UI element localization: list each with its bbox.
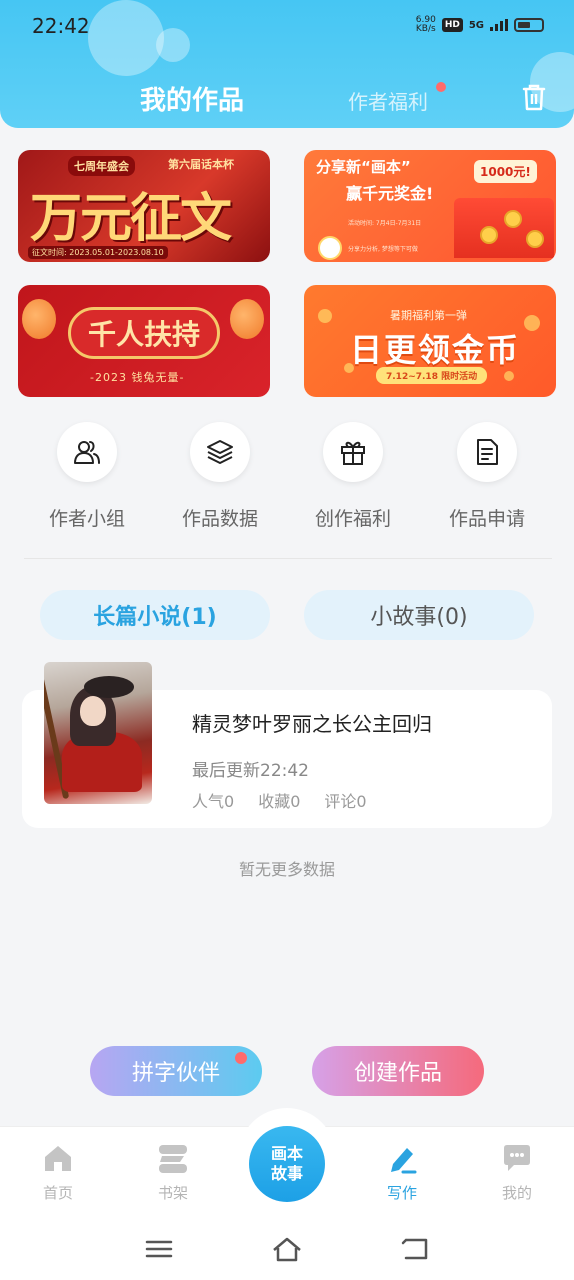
banner-share-prize[interactable]: 分享新“画本” 赢千元奖金! 1000元! 活动时间: 7月4日-7月31日 分… — [304, 150, 556, 262]
no-more-data: 暂无更多数据 — [238, 860, 335, 879]
app-logo-icon — [318, 236, 342, 260]
banner-tag: 七周年盛会 — [68, 156, 135, 176]
nav-bookshelf[interactable]: 书架 — [133, 1142, 213, 1203]
quick-action-label: 作者小组 — [48, 508, 125, 530]
banner-date: 活动时间: 7月4日-7月31日 — [348, 220, 422, 227]
quick-action-label: 作品数据 — [181, 508, 258, 530]
lantern-icon — [22, 299, 56, 339]
quick-action-label: 作品申请 — [448, 508, 525, 530]
stat-comments: 评论0 — [324, 792, 367, 811]
document-icon — [477, 439, 498, 465]
gift-box-graphic — [454, 198, 554, 258]
banner-note: 分享力分析, 梦想等下可做 — [348, 246, 418, 253]
decor-dot — [504, 371, 514, 381]
banner-date: 7.12~7.18 限时活动 — [376, 367, 488, 384]
nav-label: 我的 — [501, 1184, 532, 1202]
nav-label: 写作 — [386, 1184, 417, 1202]
users-icon — [74, 441, 100, 464]
pen-icon — [391, 1148, 417, 1174]
layers-icon — [207, 440, 233, 464]
quick-action-creator-benefits[interactable]: 创作福利 — [288, 422, 418, 531]
tab-long-novel[interactable]: 长篇小说(1) — [40, 590, 270, 640]
home-icon — [45, 1146, 71, 1171]
chat-icon — [504, 1145, 530, 1171]
coin-graphic — [504, 210, 522, 228]
banner-headline: 日更领金币 — [350, 331, 521, 369]
coin-graphic — [480, 226, 498, 244]
home-system-icon[interactable] — [272, 1234, 302, 1264]
banner-headline: 千人扶持 — [87, 318, 200, 351]
quick-action-icon-wrap — [57, 422, 117, 482]
tab-author-benefits[interactable]: 作者福利 — [348, 86, 428, 115]
back-icon[interactable] — [400, 1234, 430, 1264]
menu-icon[interactable] — [144, 1234, 174, 1264]
work-title[interactable]: 精灵梦叶罗丽之长公主回归 — [192, 708, 432, 737]
status-icons: 6.90 KB/s HD 5G — [416, 16, 544, 34]
quick-action-label: 创作福利 — [314, 508, 391, 530]
net-speed: 6.90 KB/s — [415, 15, 436, 34]
decor-dot — [524, 315, 540, 331]
work-updated: 最后更新22:42 — [192, 761, 309, 781]
stat-popularity: 人气0 — [192, 792, 235, 811]
center-label-line2: 故事 — [270, 1164, 303, 1183]
notification-dot — [436, 82, 446, 92]
system-nav-bar — [0, 1218, 574, 1280]
banner-headline: 万元征文 — [30, 188, 232, 249]
lantern-icon — [230, 299, 264, 339]
banner-title: 分享新“画本” — [316, 158, 411, 176]
tab-short-story[interactable]: 小故事(0) — [304, 590, 534, 640]
divider — [24, 558, 552, 559]
banner-daily-update[interactable]: 暑期福利第一弹 日更领金币 7.12~7.18 限时活动 — [304, 285, 556, 397]
center-label-line1: 画本 — [270, 1144, 303, 1163]
signal-icon: 5G — [468, 19, 484, 31]
status-time: 22:42 — [32, 14, 90, 38]
create-work-button[interactable]: 创建作品 — [312, 1046, 484, 1096]
banner-subtitle: -2023 钱兔无量- — [90, 371, 185, 384]
notification-dot — [235, 1052, 247, 1064]
quick-action-author-group[interactable]: 作者小组 — [22, 422, 152, 531]
quick-action-work-application[interactable]: 作品申请 — [422, 422, 552, 531]
tab-my-works[interactable]: 我的作品 — [140, 80, 244, 117]
book-cover-image[interactable] — [44, 662, 152, 804]
status-bar: 22:42 6.90 KB/s HD 5G — [0, 0, 574, 54]
decor-dot — [318, 309, 332, 323]
nav-write[interactable]: 写作 — [362, 1142, 442, 1203]
cover-face — [80, 696, 106, 726]
header: 22:42 6.90 KB/s HD 5G 我的作品 作者福利 — [0, 0, 574, 128]
banner-tag: 暑期福利第一弹 — [390, 309, 467, 322]
banner-support[interactable]: 千人扶持 -2023 钱兔无量- — [18, 285, 270, 397]
work-stats: 人气0 收藏0 评论0 — [192, 788, 367, 812]
prize-badge: 1000元! — [474, 160, 537, 183]
quick-action-work-data[interactable]: 作品数据 — [155, 422, 285, 531]
banner-essay-contest[interactable]: 七周年盛会 第六届话本杯 万元征文 征文时间: 2023.05.01-2023.… — [18, 150, 270, 262]
trash-icon[interactable] — [520, 82, 548, 112]
quick-action-icon-wrap — [323, 422, 383, 482]
nav-label: 书架 — [157, 1184, 188, 1202]
banner-date: 征文时间: 2023.05.01-2023.08.10 — [28, 246, 168, 259]
hd-badge: HD — [441, 18, 463, 32]
battery-icon — [514, 18, 544, 32]
signal-bars-icon — [490, 19, 508, 31]
banner-subtitle: 赢千元奖金! — [346, 184, 434, 203]
story-center-button[interactable]: 画本 故事 — [249, 1126, 325, 1202]
cover-bird — [84, 676, 134, 698]
stat-favorites: 收藏0 — [258, 792, 301, 811]
coin-graphic — [526, 230, 544, 248]
quick-action-icon-wrap — [457, 422, 517, 482]
nav-mine[interactable]: 我的 — [477, 1142, 557, 1203]
nav-label: 首页 — [42, 1184, 73, 1202]
gift-icon — [341, 441, 365, 465]
banner-tag: 第六届话本杯 — [168, 158, 234, 171]
quick-action-icon-wrap — [190, 422, 250, 482]
nav-home[interactable]: 首页 — [18, 1142, 98, 1203]
bookshelf-icon — [159, 1145, 187, 1173]
